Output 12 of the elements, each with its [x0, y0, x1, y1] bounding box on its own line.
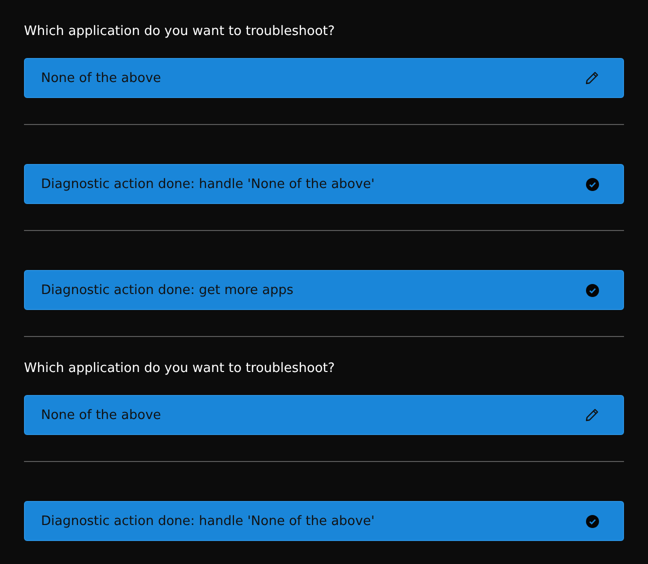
question-text: Which application do you want to troubleshoot? — [24, 24, 336, 40]
check-icon — [586, 178, 599, 190]
response-text: None of the above — [41, 408, 162, 422]
pencil-icon[interactable] — [585, 71, 599, 85]
question-text: Which application do you want to troubleshoot? — [24, 361, 336, 377]
check-icon — [586, 284, 599, 296]
response-text: Diagnostic action done: handle 'None of the above' — [41, 514, 375, 528]
pencil-icon[interactable] — [585, 408, 599, 422]
response-text: Diagnostic action done: get more apps — [41, 282, 294, 298]
check-icon — [586, 514, 599, 528]
response-text: Diagnostic action done: handle 'None of the above' — [41, 176, 375, 192]
response-text: None of the above — [41, 70, 162, 86]
